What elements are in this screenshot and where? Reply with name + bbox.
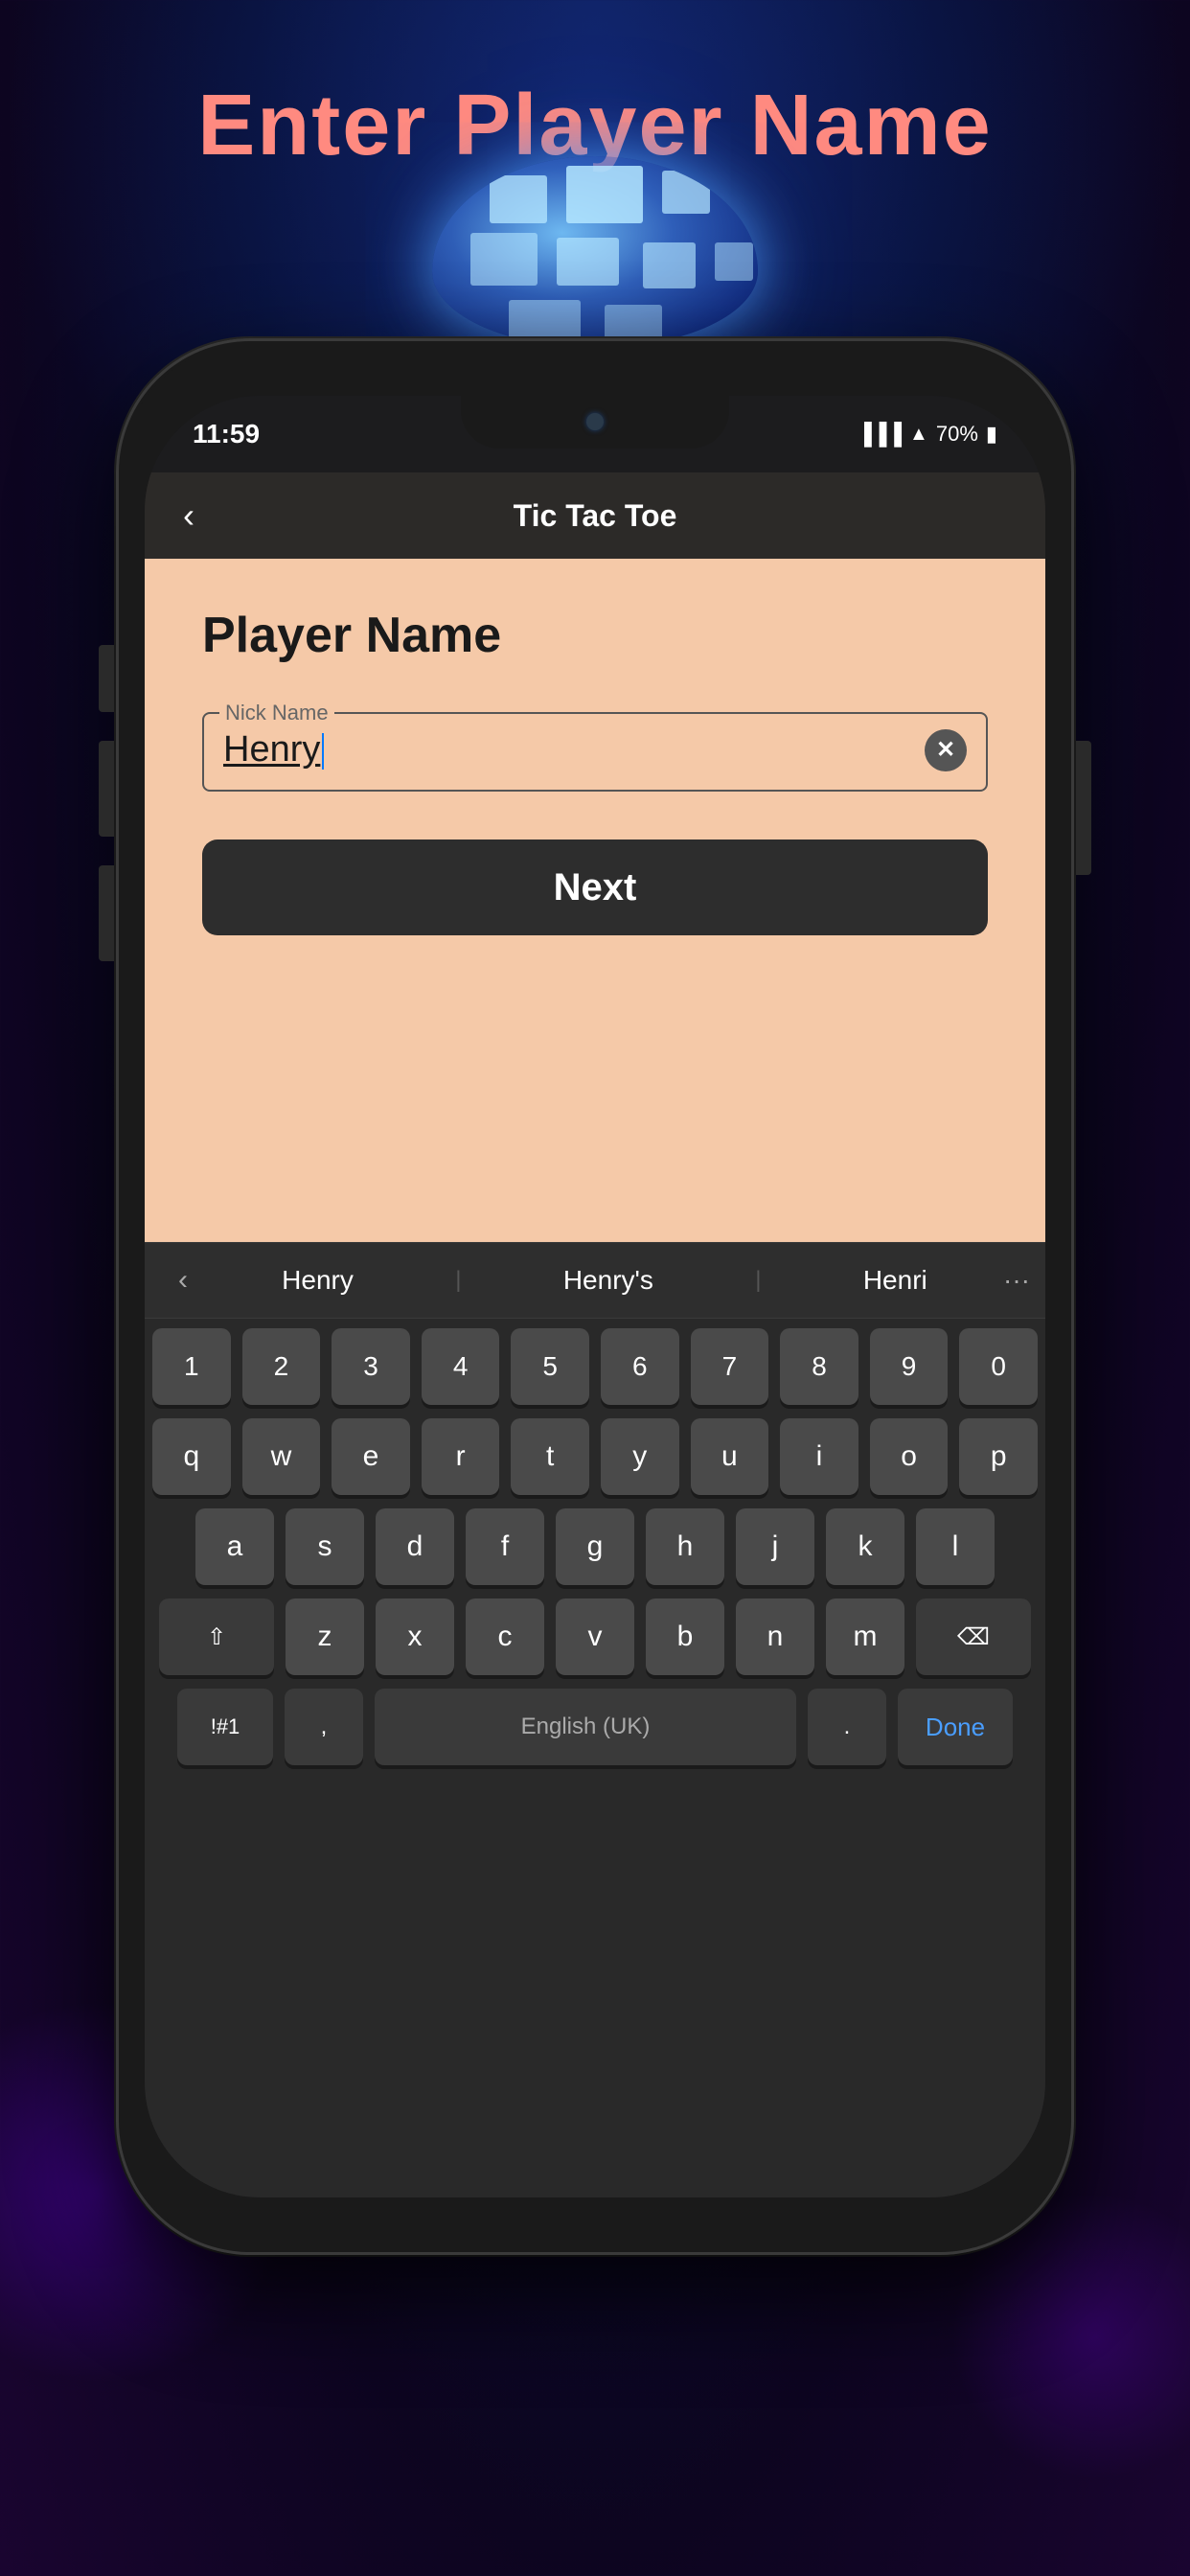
next-button[interactable]: Next xyxy=(202,840,988,935)
app-header: ‹ Tic Tac Toe xyxy=(145,472,1045,559)
volume-up-button xyxy=(99,741,114,837)
key-comma[interactable]: , xyxy=(285,1689,363,1765)
globe-decoration xyxy=(355,156,835,367)
key-r[interactable]: r xyxy=(422,1418,500,1495)
key-p[interactable]: p xyxy=(959,1418,1038,1495)
battery-text: 70% xyxy=(936,422,978,447)
space-key[interactable]: English (UK) xyxy=(375,1689,796,1765)
keyboard-area: ‹ Henry | Henry's | Henri ··· xyxy=(145,1242,1045,2197)
key-6[interactable]: 6 xyxy=(601,1328,679,1405)
key-w[interactable]: w xyxy=(242,1418,321,1495)
key-5[interactable]: 5 xyxy=(511,1328,589,1405)
key-z[interactable]: z xyxy=(286,1598,364,1675)
battery-icon: ▮ xyxy=(986,422,997,447)
phone-side-left xyxy=(99,645,114,961)
autocomplete-item-2[interactable]: Henri xyxy=(844,1255,947,1305)
player-name-heading: Player Name xyxy=(202,607,988,664)
phone-screen: 11:59 ▐▐▐ ▲ 70% ▮ ‹ Tic Tac Toe Player N… xyxy=(145,396,1045,2197)
key-v[interactable]: v xyxy=(556,1598,634,1675)
key-row-numbers: 1 2 3 4 5 6 7 8 9 0 xyxy=(152,1328,1038,1405)
autocomplete-item-1[interactable]: Henry's xyxy=(544,1255,673,1305)
key-s[interactable]: s xyxy=(286,1508,364,1585)
key-row-asdf: a s d f g h j k l xyxy=(152,1508,1038,1585)
key-row-bottom: !#1 , English (UK) . Done xyxy=(152,1689,1038,1765)
autocomplete-more-button[interactable]: ··· xyxy=(988,1265,1045,1296)
done-key[interactable]: Done xyxy=(898,1689,1013,1765)
back-button[interactable]: ‹ xyxy=(183,495,195,536)
input-row: Henry ✕ xyxy=(223,722,967,778)
volume-down-button xyxy=(99,865,114,961)
key-j[interactable]: j xyxy=(736,1508,814,1585)
header-title: Tic Tac Toe xyxy=(514,498,677,534)
front-camera xyxy=(586,413,604,430)
key-b[interactable]: b xyxy=(646,1598,724,1675)
key-x[interactable]: x xyxy=(376,1598,454,1675)
key-y[interactable]: y xyxy=(601,1418,679,1495)
phone-frame: 11:59 ▐▐▐ ▲ 70% ▮ ‹ Tic Tac Toe Player N… xyxy=(116,338,1074,2255)
main-content: Player Name Nick Name Henry ✕ xyxy=(145,559,1045,993)
text-cursor xyxy=(322,733,324,770)
key-q[interactable]: q xyxy=(152,1418,231,1495)
key-8[interactable]: 8 xyxy=(780,1328,858,1405)
nickname-floating-label: Nick Name xyxy=(219,701,334,725)
key-h[interactable]: h xyxy=(646,1508,724,1585)
key-4[interactable]: 4 xyxy=(422,1328,500,1405)
chevron-left-icon: ‹ xyxy=(178,1264,188,1297)
autocomplete-bar: ‹ Henry | Henry's | Henri ··· xyxy=(145,1242,1045,1319)
key-9[interactable]: 9 xyxy=(870,1328,949,1405)
clear-icon: ✕ xyxy=(936,736,955,764)
key-m[interactable]: m xyxy=(826,1598,904,1675)
key-a[interactable]: a xyxy=(195,1508,274,1585)
key-t[interactable]: t xyxy=(511,1418,589,1495)
nickname-input-wrapper[interactable]: Nick Name Henry ✕ xyxy=(202,712,988,792)
more-icon: ··· xyxy=(1003,1265,1030,1296)
status-time: 11:59 xyxy=(193,419,260,449)
key-c[interactable]: c xyxy=(466,1598,544,1675)
key-f[interactable]: f xyxy=(466,1508,544,1585)
phone-frame-wrapper: 11:59 ▐▐▐ ▲ 70% ▮ ‹ Tic Tac Toe Player N… xyxy=(116,338,1074,2255)
backspace-key[interactable]: ⌫ xyxy=(916,1598,1031,1675)
key-0[interactable]: 0 xyxy=(959,1328,1038,1405)
nickname-value: Henry xyxy=(223,729,320,770)
content-spacer xyxy=(145,993,1045,1242)
keyboard: 1 2 3 4 5 6 7 8 9 0 q xyxy=(145,1319,1045,1765)
phone-side-right xyxy=(1076,741,1091,875)
key-o[interactable]: o xyxy=(870,1418,949,1495)
key-7[interactable]: 7 xyxy=(691,1328,769,1405)
key-d[interactable]: d xyxy=(376,1508,454,1585)
key-row-qwerty: q w e r t y u i o p xyxy=(152,1418,1038,1495)
autocomplete-suggestions: Henry | Henry's | Henri xyxy=(221,1255,988,1305)
key-row-zxcv: ⇧ z x c v b n m ⌫ xyxy=(152,1598,1038,1675)
key-e[interactable]: e xyxy=(332,1418,410,1495)
key-3[interactable]: 3 xyxy=(332,1328,410,1405)
key-numbers-toggle[interactable]: !#1 xyxy=(177,1689,273,1765)
key-i[interactable]: i xyxy=(780,1418,858,1495)
key-u[interactable]: u xyxy=(691,1418,769,1495)
key-l[interactable]: l xyxy=(916,1508,995,1585)
notch xyxy=(461,396,729,448)
key-k[interactable]: k xyxy=(826,1508,904,1585)
autocomplete-back-button[interactable]: ‹ xyxy=(145,1264,221,1297)
status-icons: ▐▐▐ ▲ 70% ▮ xyxy=(857,422,997,447)
silent-button xyxy=(99,645,114,712)
key-1[interactable]: 1 xyxy=(152,1328,231,1405)
key-2[interactable]: 2 xyxy=(242,1328,321,1405)
key-g[interactable]: g xyxy=(556,1508,634,1585)
autocomplete-item-0[interactable]: Henry xyxy=(263,1255,373,1305)
key-n[interactable]: n xyxy=(736,1598,814,1675)
power-button xyxy=(1076,741,1091,875)
signal-icon: ▐▐▐ xyxy=(857,422,902,447)
next-button-label: Next xyxy=(554,866,637,909)
clear-button[interactable]: ✕ xyxy=(925,729,967,771)
wifi-icon: ▲ xyxy=(909,424,928,446)
key-period[interactable]: . xyxy=(808,1689,886,1765)
nickname-input[interactable]: Henry xyxy=(223,722,925,778)
app-content: ‹ Tic Tac Toe Player Name Nick Name Henr… xyxy=(145,472,1045,2197)
shift-key[interactable]: ⇧ xyxy=(159,1598,274,1675)
